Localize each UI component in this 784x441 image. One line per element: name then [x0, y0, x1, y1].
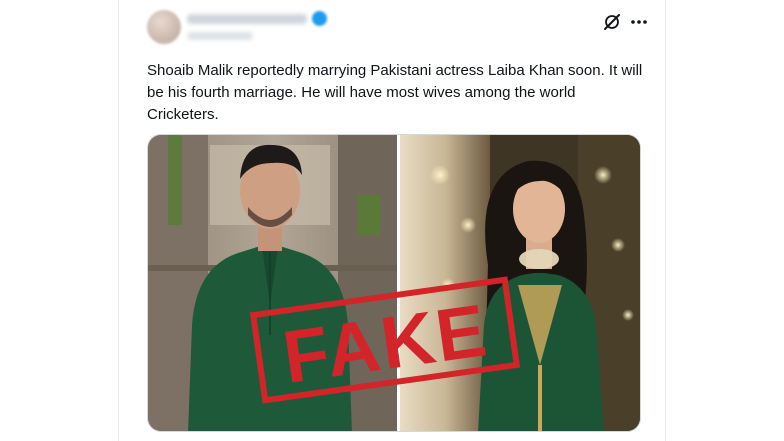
tweet-text: Shoaib Malik reportedly marrying Pakista…: [147, 62, 643, 123]
author-name-blurred[interactable]: [187, 14, 307, 24]
tweet-media[interactable]: FAKE: [147, 134, 641, 432]
more-options-icon[interactable]: [627, 12, 651, 32]
author-avatar[interactable]: [147, 10, 181, 44]
woman-in-green-embroidered-dress-photo[interactable]: [400, 135, 641, 432]
tweet-card[interactable]: Shoaib Malik reportedly marrying Pakista…: [118, 0, 666, 441]
author-handle-blurred[interactable]: [187, 32, 253, 40]
verified-badge-icon: [312, 11, 327, 26]
grok-icon[interactable]: [602, 12, 622, 32]
